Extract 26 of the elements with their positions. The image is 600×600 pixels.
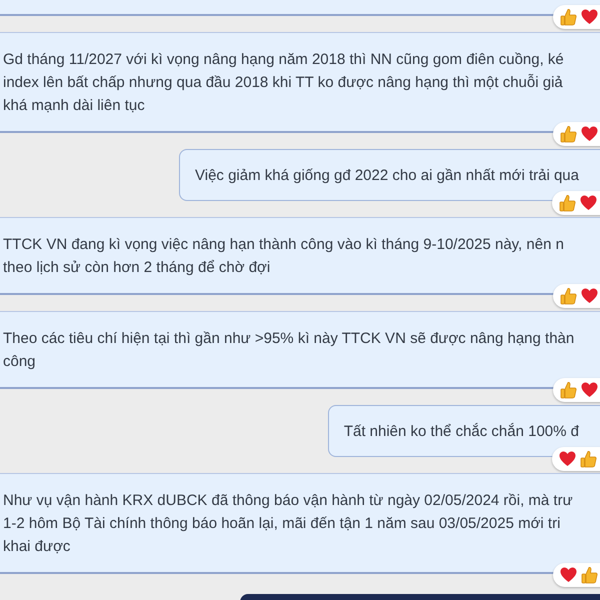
message-text: Như vụ vận hành KRX dUBCK đã thông báo vận hành từ ngày 02/05/2024 rồi, mà trư <box>3 491 574 511</box>
thumbs-up-icon <box>580 450 597 468</box>
thumbs-up-icon <box>559 194 576 212</box>
heart-icon <box>580 195 597 211</box>
message-text: Việc giảm khá giống gđ 2022 cho ai gần nhất mới trải qua <box>195 166 579 186</box>
thumbs-up-icon <box>560 125 577 143</box>
thumbs-up-icon <box>560 381 577 399</box>
message-text: TTCK VN đang kì vọng việc nâng hạn thành công vào kì tháng 9-10/2025 này, nên n <box>3 235 565 255</box>
message-text: index lên bất chấp nhưng qua đầu 2018 khi TT ko được nâng hạng thì một chuỗi giả <box>3 73 564 93</box>
message-text: khai được <box>3 537 72 557</box>
message-text: Gd tháng 11/2027 với kì vọng nâng hạng năm 2018 thì NN cũng gom điên cuồng, ké <box>3 50 565 70</box>
message-text: công <box>3 352 37 372</box>
message-text: Tất nhiên ko thể chắc chắn 100% đ <box>344 422 579 442</box>
heart-icon <box>559 451 576 467</box>
message-text: 1-2 hôm Bộ Tài chính thông báo hoãn lại, mãi đến tận 1 năm sau 03/05/2025 mới tri <box>3 514 562 534</box>
heart-icon <box>560 567 577 583</box>
heart-icon <box>581 288 598 304</box>
heart-icon <box>581 382 598 398</box>
heart-icon <box>581 126 598 142</box>
message-text: Theo các tiêu chí hiện tại thì gần như >95% kì này TTCK VN sẽ được nâng hạng thàn <box>3 329 576 349</box>
message-text: khá mạnh dài liên tục <box>3 96 146 116</box>
thumbs-up-icon <box>560 287 577 305</box>
thumbs-up-icon <box>581 566 598 584</box>
heart-icon <box>581 9 598 25</box>
message-text: theo lịch sử còn hơn 2 tháng để chờ đợi <box>3 258 272 278</box>
thumbs-up-icon <box>560 8 577 26</box>
